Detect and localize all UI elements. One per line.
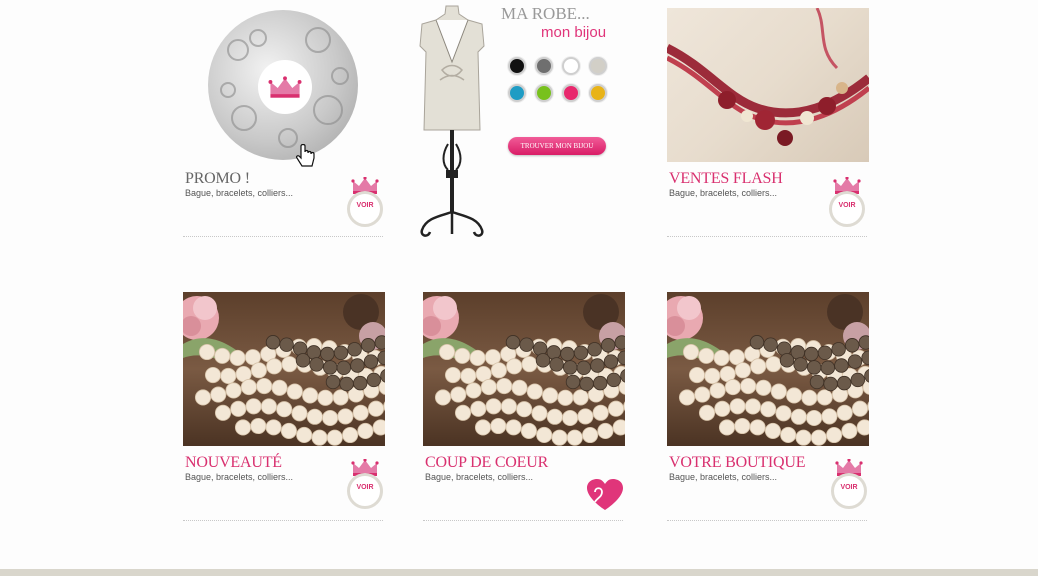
necklace-photo[interactable]	[667, 8, 869, 162]
crown-icon	[268, 76, 302, 98]
card-title: VENTES FLASH	[669, 170, 783, 187]
color-swatch-yellow[interactable]	[589, 84, 607, 102]
configurator-subtitle: mon bijou	[541, 24, 607, 41]
find-jewel-button[interactable]: TROUVER MON BIJOU	[508, 137, 606, 155]
color-swatch-blue[interactable]	[508, 84, 526, 102]
color-swatch-grey[interactable]	[535, 57, 553, 75]
pearls-photo[interactable]	[667, 292, 869, 446]
voir-label: VOIR	[838, 202, 856, 209]
card-subtitle: Bague, bracelets, colliers...	[669, 472, 778, 482]
color-swatch-pink[interactable]	[562, 84, 580, 102]
product-card[interactable]: VOTRE BOUTIQUE Bague, bracelets, collier…	[667, 292, 869, 524]
voir-label: VOIR	[356, 202, 374, 209]
divider	[183, 520, 383, 521]
card-subtitle: Bague, bracelets, colliers...	[425, 472, 534, 482]
color-swatch-white[interactable]	[562, 57, 580, 75]
promo-circle-image[interactable]	[208, 10, 358, 160]
color-swatch-beige[interactable]	[589, 57, 607, 75]
voir-label: VOIR	[356, 484, 374, 491]
promo-subtitle: Bague, bracelets, colliers...	[185, 188, 294, 198]
product-card[interactable]: NOUVEAUTÉ Bague, bracelets, colliers... …	[183, 292, 385, 524]
product-card[interactable]: COUP DE COEUR Bague, bracelets, colliers…	[423, 292, 625, 524]
voir-button[interactable]: VOIR	[829, 459, 869, 509]
product-card[interactable]: VENTES FLASH Bague, bracelets, colliers.…	[667, 8, 869, 240]
card-title: COUP DE COEUR	[425, 454, 549, 471]
heart-icon[interactable]	[585, 478, 625, 512]
voir-label: VOIR	[840, 484, 858, 491]
divider	[183, 236, 383, 237]
pearls-photo[interactable]	[183, 292, 385, 446]
card-subtitle: Bague, bracelets, colliers...	[669, 188, 778, 198]
card-title: NOUVEAUTÉ	[185, 454, 282, 471]
color-swatch-black[interactable]	[508, 57, 526, 75]
pearls-photo[interactable]	[423, 292, 625, 446]
dress-mannequin	[419, 5, 485, 237]
color-swatch-green[interactable]	[535, 84, 553, 102]
card-subtitle: Bague, bracelets, colliers...	[185, 472, 294, 482]
divider	[667, 520, 867, 521]
voir-button[interactable]: VOIR	[345, 459, 385, 509]
voir-button[interactable]: VOIR	[345, 177, 385, 227]
hand-pointer-icon	[296, 144, 315, 167]
promo-card[interactable]: PROMO ! Bague, bracelets, colliers... VO…	[183, 10, 385, 242]
voir-button[interactable]: VOIR	[827, 177, 867, 227]
divider	[667, 236, 867, 237]
footer-bar	[0, 569, 1038, 576]
configurator-title: MA ROBE...	[501, 4, 590, 23]
divider	[423, 520, 623, 521]
card-title: VOTRE BOUTIQUE	[669, 454, 806, 471]
promo-title: PROMO !	[185, 170, 250, 187]
